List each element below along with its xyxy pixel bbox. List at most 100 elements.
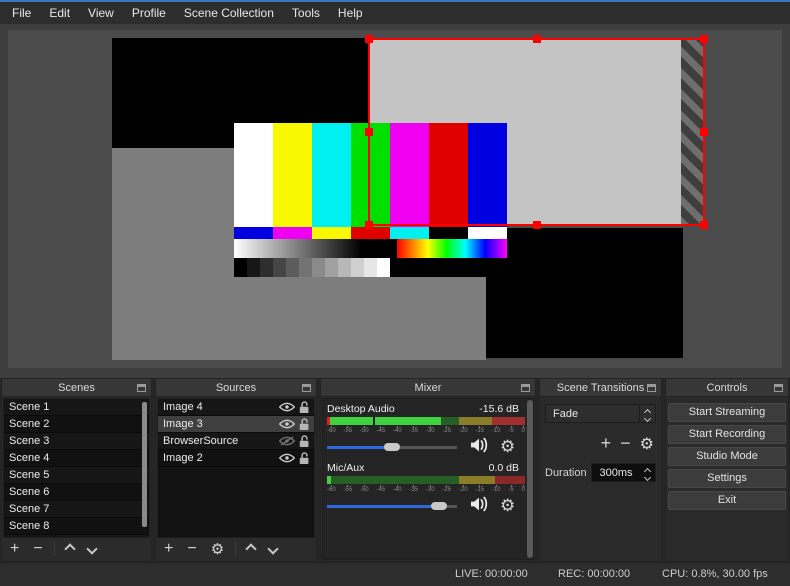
lock-icon[interactable] [299,417,310,431]
mixer-body: Desktop Audio -15.6 dB -60 -55 -50 -45 -40 -3… [322,398,534,560]
scene-list-item[interactable]: Scene 7 [4,501,149,518]
scene-list-item[interactable]: Scene 6 [4,484,149,501]
scene-list-item[interactable]: Scene 1 [4,399,149,416]
studio-mode-button[interactable]: Studio Mode [668,447,786,466]
scene-list-item[interactable]: Scene 8 [4,518,149,535]
scenes-toolbar: + − [3,537,150,560]
step-wedge-row [234,258,507,277]
transition-select[interactable]: Fade [545,404,656,423]
recording-time-status: REC: 00:00:00 [558,568,631,580]
mixer-channel-desktop-audio: Desktop Audio -15.6 dB -60 -55 -50 -45 -40 -3… [327,403,525,458]
sources-panel-header[interactable]: Sources [156,379,316,397]
add-source-button[interactable]: + [157,539,180,559]
scene-list-item[interactable]: Scene 3 [4,433,149,450]
chevron-up-icon [245,543,257,555]
move-scene-up-button[interactable] [59,539,81,559]
lock-icon[interactable] [299,434,310,448]
meter-tick-label: -10 [491,487,501,493]
meter-scale: -60 -55 -50 -45 -40 -35 -30 -25 -20 -15 -10 -5 0 [327,426,525,434]
start-streaming-button[interactable]: Start Streaming [668,403,786,422]
speaker-icon[interactable] [469,496,489,517]
menu-help[interactable]: Help [329,2,372,24]
channel-settings-gear-icon[interactable]: ⚙ [500,437,515,457]
panel-dock-icon[interactable] [521,384,530,392]
panel-dock-icon[interactable] [774,384,783,392]
channel-name: Mic/Aux [327,462,365,474]
remove-scene-button[interactable]: − [26,539,49,559]
start-recording-button[interactable]: Start Recording [668,425,786,444]
selection-handle-bottom-center[interactable] [532,221,541,229]
add-scene-button[interactable]: + [3,539,26,559]
selection-handle-bottom-left[interactable] [365,221,373,229]
mixer-panel-header[interactable]: Mixer [321,379,535,397]
settings-button[interactable]: Settings [668,469,786,488]
scenes-scrollbar[interactable] [142,402,147,527]
duration-label: Duration [545,466,587,479]
scene-list-item[interactable]: Scene 4 [4,450,149,467]
combo-arrows[interactable] [639,405,655,423]
channel-settings-gear-icon[interactable]: ⚙ [500,496,515,516]
live-time-status: LIVE: 00:00:00 [455,568,528,580]
mixer-scrollbar[interactable] [527,400,533,558]
meter-tick-label: -25 [442,428,452,434]
visibility-eye-slash-icon[interactable] [279,436,295,446]
menu-profile[interactable]: Profile [123,2,175,24]
preview-canvas[interactable] [0,24,790,378]
menu-tools[interactable]: Tools [283,2,329,24]
volume-slider-handle[interactable] [431,502,447,510]
transitions-panel-title: Scene Transitions [556,381,645,394]
source-list-item[interactable]: Image 4 [158,399,314,416]
volume-slider-handle[interactable] [384,443,400,451]
scene-list-item[interactable]: Scene 5 [4,467,149,484]
menu-edit[interactable]: Edit [40,2,79,24]
selection-handle-middle-left[interactable] [365,128,373,136]
lock-icon[interactable] [299,400,310,414]
speaker-icon[interactable] [469,437,489,458]
move-scene-down-button[interactable] [81,539,103,559]
duration-spinbox[interactable]: 300ms [591,463,656,482]
selection-handle-top-center[interactable] [532,35,541,43]
move-source-down-button[interactable] [262,539,284,559]
volume-slider[interactable] [327,441,457,453]
source-list-item-selected[interactable]: Image 3 [158,416,314,433]
meter-tick-label: -50 [359,487,369,493]
remove-transition-button[interactable]: − [620,433,631,453]
selection-handle-top-left[interactable] [365,35,373,43]
add-transition-button[interactable]: + [601,433,612,453]
channel-name: Desktop Audio [327,403,395,415]
scene-list-item[interactable]: Scene 2 [4,416,149,433]
chevron-down-icon [86,543,98,555]
controls-panel-header[interactable]: Controls [666,379,788,397]
menu-file[interactable]: File [3,2,40,24]
panel-dock-icon[interactable] [302,384,311,392]
source-properties-gear-icon[interactable]: ⚙ [204,539,231,559]
scene-item-black-rect-bottom[interactable] [486,228,683,358]
selection-handle-middle-right[interactable] [700,128,708,136]
panel-dock-icon[interactable] [137,384,146,392]
menu-view[interactable]: View [79,2,123,24]
gradient-row [234,239,507,258]
scenes-panel-header[interactable]: Scenes [2,379,151,397]
lock-icon[interactable] [299,451,310,465]
visibility-eye-icon[interactable] [279,402,295,412]
transition-properties-gear-icon[interactable]: ⚙ [640,434,654,453]
meter-tick-label: -20 [458,487,468,493]
selection-handle-top-right[interactable] [700,35,708,43]
move-source-up-button[interactable] [240,539,262,559]
selection-handle-bottom-right[interactable] [700,221,708,229]
source-list-item[interactable]: BrowserSource [158,433,314,450]
exit-button[interactable]: Exit [668,491,786,510]
spin-down-icon[interactable] [643,473,652,482]
panel-dock-icon[interactable] [647,384,656,392]
volume-slider[interactable] [327,500,457,512]
mixer-panel-title: Mixer [414,381,442,394]
transitions-panel-header[interactable]: Scene Transitions [540,379,661,397]
visibility-eye-icon[interactable] [279,453,295,463]
remove-source-button[interactable]: − [180,539,203,559]
source-list-item[interactable]: Image 2 [158,450,314,467]
toolbar-separator [53,542,55,556]
menu-scene-collection[interactable]: Scene Collection [175,2,283,24]
rainbow-gradient [397,239,507,258]
visibility-eye-icon[interactable] [279,419,295,429]
selection-border[interactable] [365,35,708,229]
